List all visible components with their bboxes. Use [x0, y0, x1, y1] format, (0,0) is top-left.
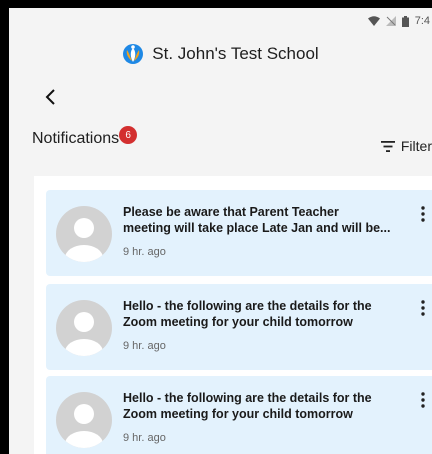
filter-button[interactable]: Filter — [380, 138, 432, 154]
more-options-button[interactable] — [416, 390, 430, 410]
school-logo-icon — [123, 44, 144, 64]
notification-item[interactable]: Hello - the following are the details fo… — [46, 376, 432, 454]
chevron-left-icon — [45, 89, 55, 105]
notification-time: 9 hr. ago — [123, 246, 166, 258]
signal-off-icon — [385, 16, 396, 26]
more-vert-icon — [421, 206, 425, 222]
back-button[interactable] — [37, 84, 63, 110]
notification-item[interactable]: Please be aware that Parent Teacher meet… — [46, 190, 432, 276]
filter-label: Filter — [400, 138, 432, 154]
more-vert-icon — [421, 392, 425, 408]
notification-message: Hello - the following are the details fo… — [123, 299, 372, 329]
school-name: St. John's Test School — [152, 44, 319, 63]
avatar — [56, 392, 112, 448]
page-title: Notifications — [32, 130, 120, 147]
battery-icon — [401, 15, 409, 27]
more-options-button[interactable] — [416, 204, 430, 224]
user-avatar-icon — [65, 312, 103, 356]
notification-time: 9 hr. ago — [123, 432, 166, 444]
more-options-button[interactable] — [416, 298, 430, 318]
filter-icon — [380, 140, 395, 152]
notification-time: 9 hr. ago — [123, 340, 166, 352]
notifications-heading: Notifications 6 — [32, 126, 138, 148]
notification-message: Please be aware that Parent Teacher meet… — [123, 205, 391, 235]
notification-message: Hello - the following are the details fo… — [123, 391, 372, 421]
notification-content: Hello - the following are the details fo… — [123, 390, 423, 444]
notification-content: Hello - the following are the details fo… — [123, 298, 423, 352]
avatar — [56, 300, 112, 356]
notification-count-badge: 6 — [119, 126, 138, 144]
status-time: 7:4 — [414, 15, 430, 27]
user-avatar-icon — [65, 404, 103, 448]
notification-item[interactable]: Hello - the following are the details fo… — [46, 284, 432, 370]
user-avatar-icon — [65, 218, 103, 262]
more-vert-icon — [421, 300, 425, 316]
status-bar: 7:4 — [9, 8, 432, 34]
avatar — [56, 206, 112, 262]
wifi-icon — [367, 16, 380, 26]
school-header: St. John's Test School — [9, 40, 432, 68]
notification-list: Please be aware that Parent Teacher meet… — [34, 176, 432, 454]
app-screen: 7:4 St. John's Test School Notifications… — [9, 8, 432, 454]
notification-content: Please be aware that Parent Teacher meet… — [123, 204, 423, 258]
